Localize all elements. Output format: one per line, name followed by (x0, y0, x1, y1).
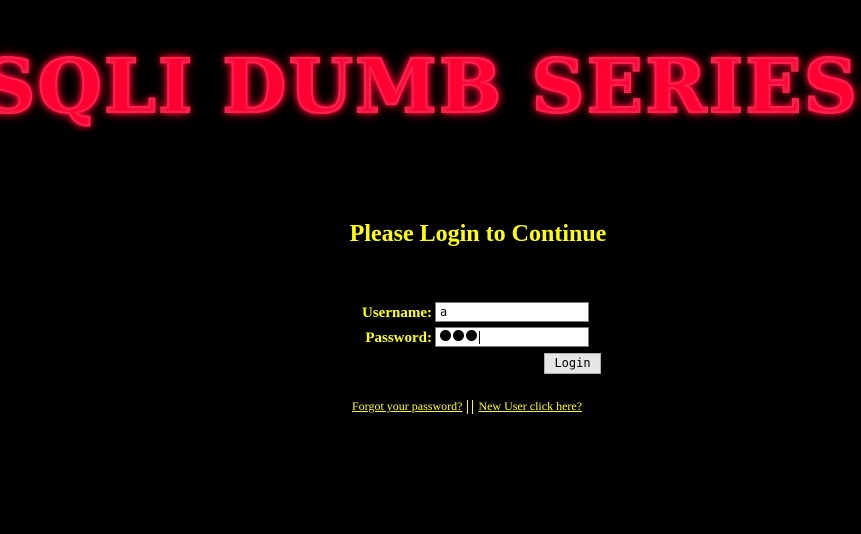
password-dot (453, 330, 464, 341)
username-input[interactable] (435, 302, 589, 322)
password-input[interactable] (435, 327, 589, 347)
password-dot (466, 330, 477, 341)
password-label: Password: (365, 330, 432, 346)
login-button[interactable]: Login (544, 353, 601, 374)
banner-title: SQLI DUMB SERIES- (0, 42, 861, 132)
username-label: Username: (362, 305, 432, 321)
footer-links: Forgot your password? New User click here… (352, 397, 582, 415)
text-caret (479, 330, 480, 344)
forgot-password-link[interactable]: Forgot your password? (352, 399, 462, 413)
header-banner: SQLI DUMB SERIES- (0, 42, 861, 132)
page-title: Please Login to Continue (349, 221, 607, 247)
link-separator (467, 400, 474, 415)
password-mask (440, 328, 479, 346)
new-user-link[interactable]: New User click here? (478, 399, 582, 413)
password-dot (440, 330, 451, 341)
